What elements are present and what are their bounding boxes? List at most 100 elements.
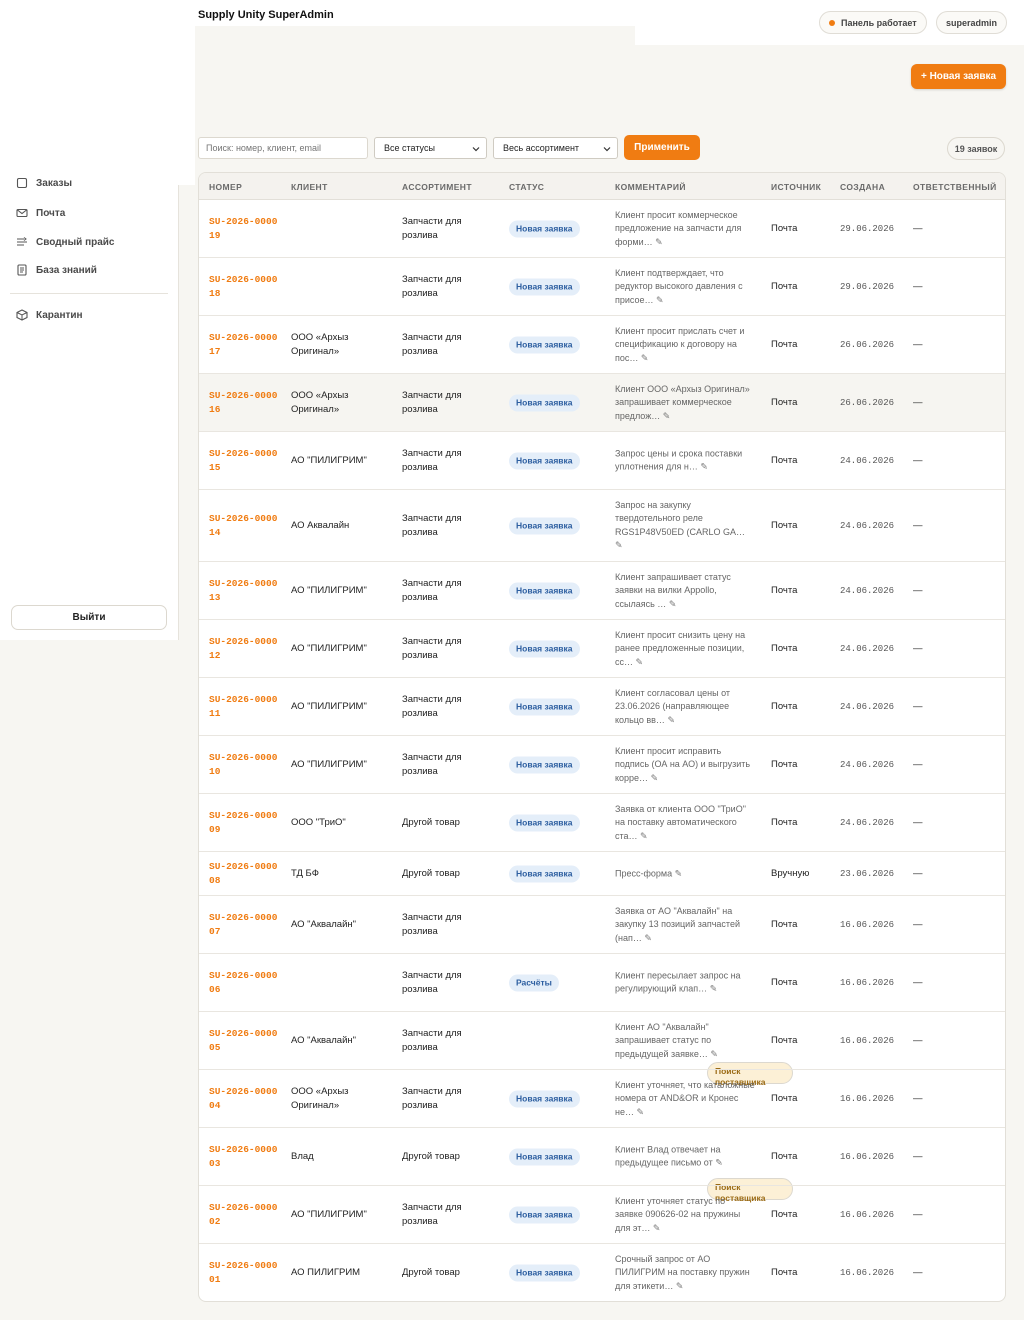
edit-pencil-icon[interactable]: ✎ bbox=[663, 410, 671, 420]
comment-cell[interactable]: Заявка от клиента ООО "ТриО" на поставку… bbox=[615, 802, 755, 843]
request-number-link[interactable]: SU-2026-000007 bbox=[209, 911, 279, 939]
comment-cell[interactable]: Пресс-форма ✎ bbox=[615, 867, 755, 881]
edit-pencil-icon[interactable]: ✎ bbox=[700, 462, 708, 472]
edit-pencil-icon[interactable]: ✎ bbox=[651, 772, 659, 782]
request-number-link[interactable]: SU-2026-000006 bbox=[209, 969, 279, 997]
status-dot-icon bbox=[829, 19, 835, 26]
table-row[interactable]: SU-2026-000008 ТД БФ Другой товар Новая зая… bbox=[199, 852, 1005, 896]
table-row[interactable]: SU-2026-000010 АО "ПИЛИГРИМ" Запчасти для … bbox=[199, 736, 1005, 794]
table-row[interactable]: SU-2026-000016 ООО «Архыз Оригинал» Запчас… bbox=[199, 374, 1005, 432]
column-header-created[interactable]: СОЗДАНА bbox=[840, 182, 885, 192]
comment-cell[interactable]: Клиент уточняет статус по заявке 090626-… bbox=[615, 1194, 755, 1235]
comment-cell[interactable]: Клиент согласовал цены от 23.06.2026 (на… bbox=[615, 686, 755, 727]
edit-pencil-icon[interactable]: ✎ bbox=[637, 1106, 645, 1116]
comment-cell[interactable]: Клиент ООО «Архыз Оригинал» запрашивает … bbox=[615, 382, 755, 423]
edit-pencil-icon[interactable]: ✎ bbox=[669, 598, 677, 608]
sidebar-item-knowledge[interactable]: База знаний bbox=[16, 260, 97, 280]
edit-pencil-icon[interactable]: ✎ bbox=[640, 830, 648, 840]
comment-cell[interactable]: Клиент пересылает запрос на регулирующий… bbox=[615, 969, 755, 996]
table-row[interactable]: SU-2026-000006 Запчасти для розлива Расчёт… bbox=[199, 954, 1005, 1012]
table-row[interactable]: SU-2026-000012 АО "ПИЛИГРИМ" Запчасти для … bbox=[199, 620, 1005, 678]
table-row[interactable]: SU-2026-000018 Запчасти для розлива Новая … bbox=[199, 258, 1005, 316]
table-row[interactable]: SU-2026-000011 АО "ПИЛИГРИМ" Запчасти для … bbox=[199, 678, 1005, 736]
table-row[interactable]: SU-2026-000002 АО "ПИЛИГРИМ" Запчасти для … bbox=[199, 1186, 1005, 1244]
sidebar-top-area bbox=[0, 0, 195, 185]
request-number-link[interactable]: SU-2026-000013 bbox=[209, 577, 279, 605]
edit-pencil-icon[interactable]: ✎ bbox=[644, 932, 652, 942]
comment-cell[interactable]: Клиент просит снизить цену на ранее пред… bbox=[615, 628, 755, 669]
table-row[interactable]: SU-2026-000004 ООО «Архыз Оригинал» Запчас… bbox=[199, 1070, 1005, 1128]
request-number-link[interactable]: SU-2026-000001 bbox=[209, 1259, 279, 1287]
table-row[interactable]: SU-2026-000014 АО Аквалайн Запчасти для ро… bbox=[199, 490, 1005, 562]
request-number-link[interactable]: SU-2026-000015 bbox=[209, 447, 279, 475]
comment-cell[interactable]: Клиент просит прислать счет и спецификац… bbox=[615, 324, 755, 365]
comment-cell[interactable]: Срочный запрос от АО ПИЛИГРИМ на поставк… bbox=[615, 1252, 755, 1293]
request-number-link[interactable]: SU-2026-000018 bbox=[209, 273, 279, 301]
table-row[interactable]: SU-2026-000015 АО "ПИЛИГРИМ" Запчасти для … bbox=[199, 432, 1005, 490]
table-row[interactable]: SU-2026-000009 ООО "ТриО" Другой товар Нова… bbox=[199, 794, 1005, 852]
request-number-link[interactable]: SU-2026-000019 bbox=[209, 215, 279, 243]
comment-cell[interactable]: Запрос на закупку твердотельного реле RG… bbox=[615, 499, 755, 553]
comment-cell[interactable]: Клиент просит исправить подпись (ОА на А… bbox=[615, 744, 755, 785]
column-header-assortment[interactable]: АССОРТИМЕНТ bbox=[402, 182, 472, 192]
comment-cell[interactable]: Клиент уточняет, что каталожные номера о… bbox=[615, 1078, 755, 1119]
edit-pencil-icon[interactable]: ✎ bbox=[715, 1158, 723, 1168]
request-number-link[interactable]: SU-2026-000002 bbox=[209, 1201, 279, 1229]
assortment-cell: Запчасти для розлива bbox=[402, 969, 462, 995]
comment-cell[interactable]: Клиент АО "Аквалайн" запрашивает статус … bbox=[615, 1020, 755, 1061]
request-number-link[interactable]: SU-2026-000011 bbox=[209, 693, 279, 721]
apply-button[interactable]: Применить bbox=[624, 135, 700, 160]
comment-cell[interactable]: Клиент запрашивает статус заявки на вилк… bbox=[615, 570, 755, 611]
table-row[interactable]: SU-2026-000017 ООО «Архыз Оригинал» Запчас… bbox=[199, 316, 1005, 374]
sidebar-item-quarantine[interactable]: Карантин bbox=[16, 305, 83, 325]
table-row[interactable]: SU-2026-000019 Запчасти для розлива Новая … bbox=[199, 200, 1005, 258]
column-header-comment[interactable]: КОММЕНТАРИЙ bbox=[615, 182, 686, 192]
status-select[interactable]: Все статусы bbox=[374, 137, 487, 159]
comment-cell[interactable]: Клиент просит коммерческое предложение н… bbox=[615, 208, 755, 249]
edit-pencil-icon[interactable]: ✎ bbox=[653, 1222, 661, 1232]
edit-pencil-icon[interactable]: ✎ bbox=[710, 984, 718, 994]
source-cell: Почта bbox=[771, 1150, 798, 1162]
request-number-link[interactable]: SU-2026-000008 bbox=[209, 860, 279, 888]
request-number-link[interactable]: SU-2026-000005 bbox=[209, 1027, 279, 1055]
edit-pencil-icon[interactable]: ✎ bbox=[615, 540, 623, 550]
request-number-link[interactable]: SU-2026-000009 bbox=[209, 809, 279, 837]
comment-cell[interactable]: Запрос цены и срока поставки уплотнения … bbox=[615, 447, 755, 474]
request-number-link[interactable]: SU-2026-000014 bbox=[209, 512, 279, 540]
table-row[interactable]: SU-2026-000005 АО "Аквалайн" Запчасти для … bbox=[199, 1012, 1005, 1203]
assortment-select[interactable]: Весь ассортимент bbox=[493, 137, 618, 159]
edit-pencil-icon[interactable]: ✎ bbox=[710, 1048, 718, 1058]
edit-pencil-icon[interactable]: ✎ bbox=[667, 714, 675, 724]
request-number-link[interactable]: SU-2026-000017 bbox=[209, 331, 279, 359]
table-row[interactable]: SU-2026-000003 Влад Другой товар Новая заяв… bbox=[199, 1128, 1005, 1186]
comment-cell[interactable]: Клиент подтверждает, что редуктор высоко… bbox=[615, 266, 755, 307]
user-pill[interactable]: superadmin bbox=[936, 11, 1008, 34]
logout-button[interactable]: Выйти bbox=[11, 605, 167, 630]
table-row[interactable]: SU-2026-000001 АО ПИЛИГРИМ Другой товар Нов… bbox=[199, 1244, 1005, 1301]
edit-pencil-icon[interactable]: ✎ bbox=[655, 236, 663, 246]
column-header-client[interactable]: КЛИЕНТ bbox=[291, 182, 328, 192]
request-number-link[interactable]: SU-2026-000016 bbox=[209, 389, 279, 417]
search-input[interactable] bbox=[198, 137, 368, 159]
sidebar-item-mail[interactable]: Почта bbox=[16, 203, 65, 223]
request-number-link[interactable]: SU-2026-000010 bbox=[209, 751, 279, 779]
edit-pencil-icon[interactable]: ✎ bbox=[641, 352, 649, 362]
request-number-link[interactable]: SU-2026-000012 bbox=[209, 635, 279, 663]
column-header-responsible[interactable]: ОТВЕТСТВЕННЫЙ bbox=[913, 182, 997, 192]
table-row[interactable]: SU-2026-000007 АО "Аквалайн" Запчасти для … bbox=[199, 896, 1005, 1087]
sidebar-item-price[interactable]: Сводный прайс bbox=[16, 232, 115, 252]
request-number-link[interactable]: SU-2026-000003 bbox=[209, 1143, 279, 1171]
new-request-button[interactable]: + Новая заявка bbox=[911, 64, 1006, 89]
table-row[interactable]: SU-2026-000013 АО "ПИЛИГРИМ" Запчасти для … bbox=[199, 562, 1005, 620]
column-header-source[interactable]: ИСТОЧНИК bbox=[771, 182, 821, 192]
column-header-status[interactable]: СТАТУС bbox=[509, 182, 544, 192]
comment-cell[interactable]: Клиент Влад отвечает на предыдущее письм… bbox=[615, 1143, 755, 1170]
comment-cell[interactable]: Заявка от АО "Аквалайн" на закупку 13 по… bbox=[615, 904, 755, 945]
edit-pencil-icon[interactable]: ✎ bbox=[636, 656, 644, 666]
request-number-link[interactable]: SU-2026-000004 bbox=[209, 1085, 279, 1113]
sidebar-item-orders[interactable]: Заказы bbox=[16, 175, 72, 189]
edit-pencil-icon[interactable]: ✎ bbox=[656, 294, 664, 304]
edit-pencil-icon[interactable]: ✎ bbox=[676, 1280, 684, 1290]
edit-pencil-icon[interactable]: ✎ bbox=[675, 868, 683, 878]
column-header-number[interactable]: НОМЕР bbox=[209, 182, 242, 192]
